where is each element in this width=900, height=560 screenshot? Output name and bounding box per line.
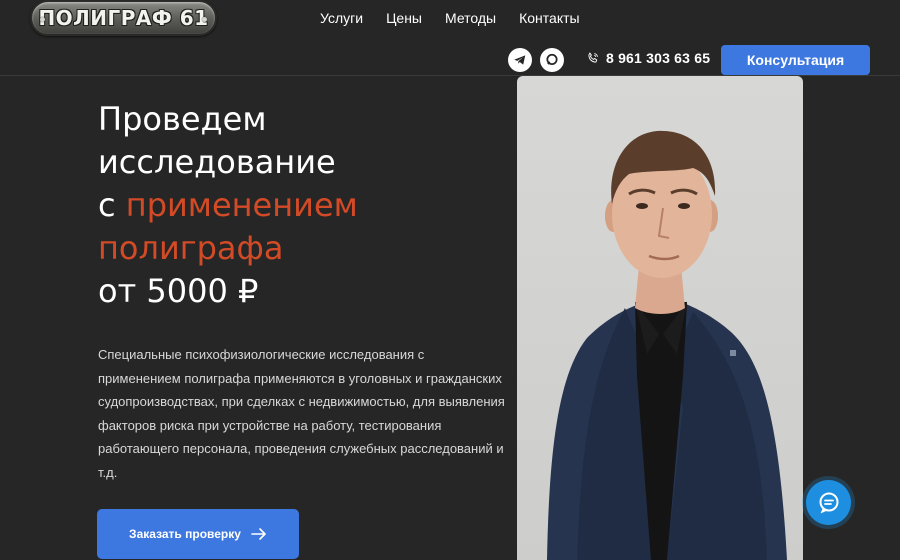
hero-title-price: от 5000 ₽ [98,272,259,310]
hero-title: Проведем исследование с применением поли… [98,98,358,313]
hero-title-line1: Проведем [98,100,267,138]
logo-rivet-left [40,17,45,22]
hero-title-line3: с применением [98,184,358,227]
hero-title-line4: полиграфа [98,229,284,267]
order-check-label: Заказать проверку [129,527,241,541]
logo-rivet-right [202,17,207,22]
hero-description: Специальные психофизиологические исследо… [98,347,505,480]
phone-block[interactable]: 8 961 303 63 65 [586,50,710,66]
arrow-right-icon [251,528,266,540]
chat-icon[interactable] [540,48,564,72]
order-check-button[interactable]: Заказать проверку [97,509,299,559]
specialist-photo [517,76,803,560]
nav-item-prices[interactable]: Цены [386,10,422,26]
hero-title-accent: применением [125,186,358,224]
main-nav: Услуги Цены Методы Контакты [320,10,580,26]
chat-widget-button[interactable] [806,480,851,525]
logo-text: ПОЛИГРАФ 61 [38,6,209,30]
nav-item-services[interactable]: Услуги [320,10,363,26]
phone-number[interactable]: 8 961 303 63 65 [606,50,710,66]
logo[interactable]: ПОЛИГРАФ 61 [30,0,217,36]
nav-item-methods[interactable]: Методы [445,10,496,26]
phone-icon [588,52,598,63]
consultation-button[interactable]: Консультация [721,45,870,75]
chat-bubble-icon [819,492,838,513]
telegram-icon[interactable] [508,48,532,72]
nav-item-contacts[interactable]: Контакты [519,10,579,26]
site-header: ПОЛИГРАФ 61 Услуги Цены Методы Контакты … [0,0,900,76]
hero-title-line2: исследование [98,143,336,181]
hero-title-line3-prefix: с [98,186,126,224]
